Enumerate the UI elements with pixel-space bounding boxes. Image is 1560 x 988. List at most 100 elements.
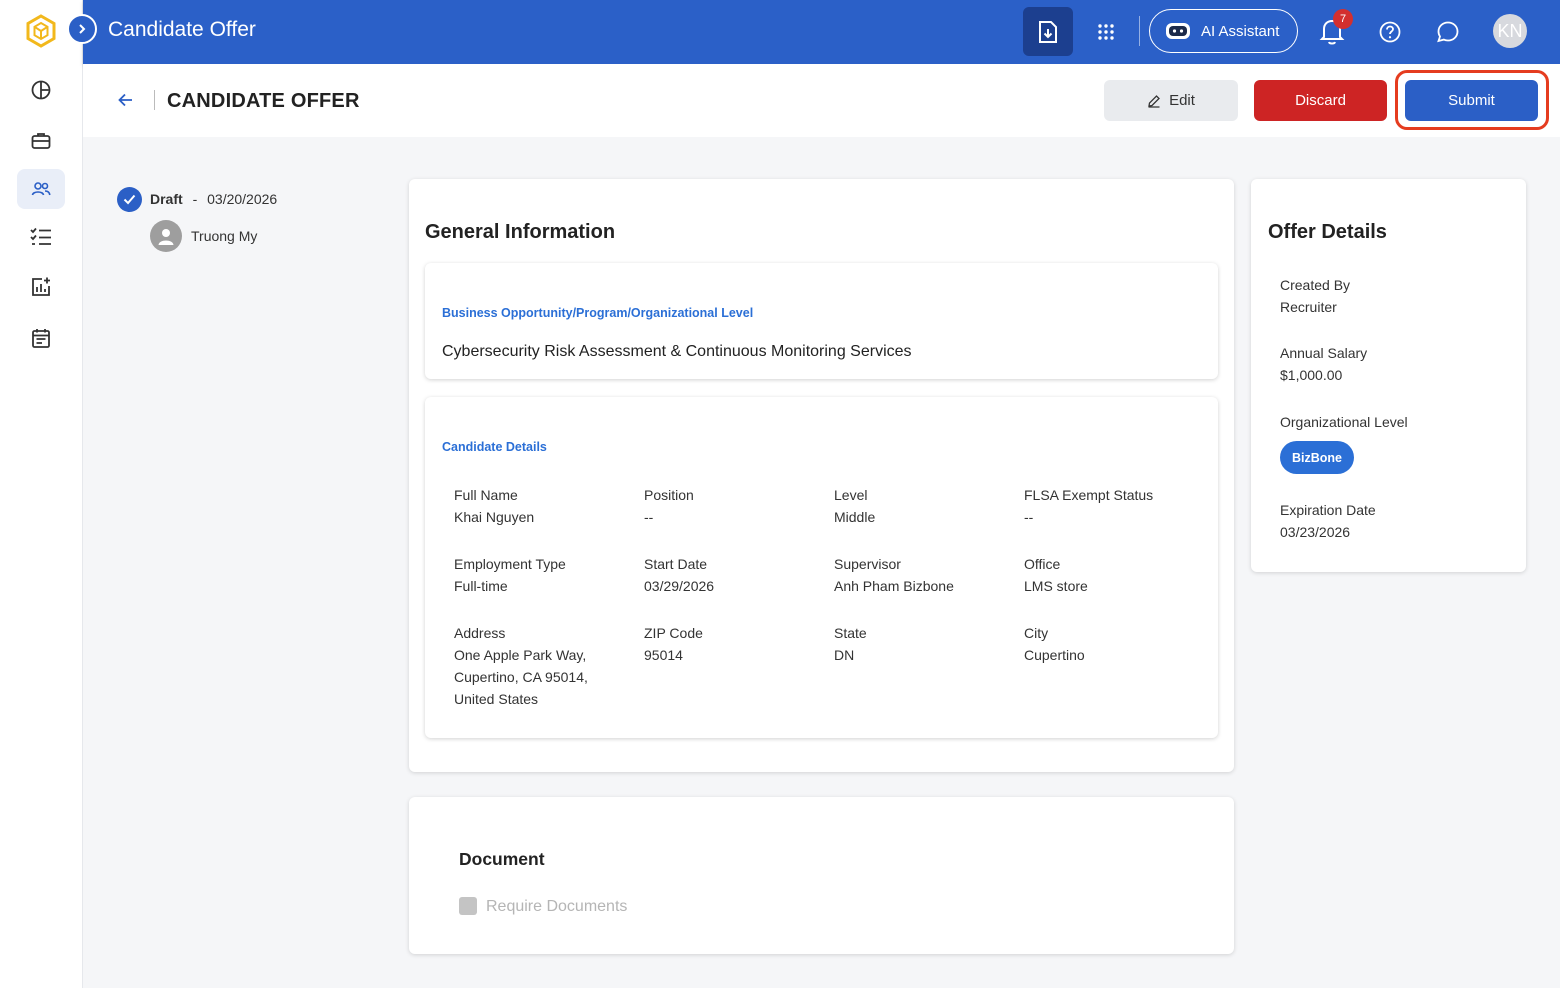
opportunity-card: Business Opportunity/Program/Organizatio… bbox=[425, 263, 1218, 379]
offer-details-card: Offer Details Created By Recruiter Annua… bbox=[1251, 179, 1526, 572]
general-information-title: General Information bbox=[425, 221, 616, 243]
field-label: Annual Salary bbox=[1280, 345, 1368, 361]
ai-assistant-button[interactable]: AI Assistant bbox=[1149, 9, 1298, 53]
field-position: Position -- bbox=[644, 484, 824, 528]
field-full-name: Full Name Khai Nguyen bbox=[454, 484, 634, 528]
field-label: Position bbox=[644, 487, 694, 503]
user-avatar[interactable]: KN bbox=[1493, 14, 1527, 48]
dashboard-icon bbox=[31, 80, 51, 100]
header-divider bbox=[154, 90, 155, 110]
field-value: LMS store bbox=[1024, 578, 1088, 594]
field-label: City bbox=[1024, 625, 1049, 641]
briefcase-icon bbox=[31, 133, 51, 149]
discard-button[interactable]: Discard bbox=[1254, 80, 1387, 121]
field-label: Start Date bbox=[644, 556, 708, 572]
field-value: Cupertino, CA 95014, bbox=[454, 669, 588, 685]
sidebar-item-tasks[interactable] bbox=[17, 217, 65, 257]
field-address: Address One Apple Park Way, Cupertino, C… bbox=[454, 622, 634, 710]
notification-badge: 7 bbox=[1333, 9, 1353, 29]
field-state: State DN bbox=[834, 622, 1014, 666]
field-employment-type: Employment Type Full-time bbox=[454, 553, 634, 597]
field-label: Office bbox=[1024, 556, 1061, 572]
app-title: Candidate Offer bbox=[108, 18, 256, 41]
status-person: Truong My bbox=[150, 220, 257, 252]
person-avatar-icon bbox=[150, 220, 182, 252]
sidebar-item-people[interactable] bbox=[17, 169, 65, 209]
download-file-icon bbox=[1039, 20, 1057, 43]
organizational-level-badge: BizBone bbox=[1280, 441, 1354, 474]
edit-label: Edit bbox=[1169, 92, 1195, 109]
field-value: 95014 bbox=[644, 647, 683, 663]
chat-bubble-icon bbox=[1437, 21, 1459, 43]
field-flsa: FLSA Exempt Status -- bbox=[1024, 484, 1204, 528]
document-card: Document Require Documents bbox=[409, 797, 1234, 954]
opportunity-value: Cybersecurity Risk Assessment & Continuo… bbox=[442, 343, 912, 360]
field-city: City Cupertino bbox=[1024, 622, 1204, 666]
sidebar-item-jobs[interactable] bbox=[17, 121, 65, 161]
field-created-by: Created By Recruiter bbox=[1280, 274, 1350, 318]
field-label: Supervisor bbox=[834, 556, 901, 572]
ai-assistant-label: AI Assistant bbox=[1201, 22, 1280, 40]
check-circle-icon bbox=[117, 187, 142, 212]
field-value: Khai Nguyen bbox=[454, 509, 535, 525]
document-title: Document bbox=[459, 849, 545, 869]
field-zip: ZIP Code 95014 bbox=[644, 622, 824, 666]
field-value: One Apple Park Way, bbox=[454, 647, 587, 663]
field-expiration-date: Expiration Date 03/23/2026 bbox=[1280, 499, 1376, 543]
candidate-details-title: Candidate Details bbox=[442, 440, 547, 454]
pencil-icon bbox=[1148, 94, 1160, 108]
status-label: Draft - 03/20/2026 bbox=[150, 191, 277, 207]
status-separator: - bbox=[192, 191, 198, 207]
field-value: Anh Pham Bizbone bbox=[834, 578, 954, 594]
field-value: $1,000.00 bbox=[1280, 367, 1343, 383]
candidate-details-card: Candidate Details Full Name Khai Nguyen … bbox=[425, 397, 1218, 738]
page-title: CANDIDATE OFFER bbox=[167, 90, 360, 112]
offer-details-title: Offer Details bbox=[1268, 221, 1387, 243]
field-label: Full Name bbox=[454, 487, 518, 503]
status-person-name: Truong My bbox=[191, 228, 258, 244]
field-value: 03/23/2026 bbox=[1280, 524, 1351, 540]
field-value: DN bbox=[834, 647, 855, 663]
field-label: Employment Type bbox=[454, 556, 566, 572]
sidebar-item-reports[interactable] bbox=[17, 267, 65, 307]
opportunity-title: Business Opportunity/Program/Organizatio… bbox=[442, 306, 754, 320]
page-header: CANDIDATE OFFER Edit Discard Submit bbox=[83, 64, 1560, 137]
field-organizational-level: Organizational Level bbox=[1280, 411, 1408, 433]
field-value: Cupertino bbox=[1024, 647, 1085, 663]
field-value: -- bbox=[644, 509, 654, 525]
field-supervisor: Supervisor Anh Pham Bizbone bbox=[834, 553, 1014, 597]
download-button[interactable] bbox=[1023, 7, 1073, 56]
field-value: -- bbox=[1024, 509, 1034, 525]
edit-button[interactable]: Edit bbox=[1104, 80, 1238, 121]
field-office: Office LMS store bbox=[1024, 553, 1204, 597]
apps-grid-icon bbox=[1098, 24, 1114, 40]
field-label: ZIP Code bbox=[644, 625, 703, 641]
app-logo-icon[interactable] bbox=[26, 14, 56, 48]
robot-icon bbox=[1166, 23, 1190, 39]
field-label: Level bbox=[834, 487, 868, 503]
back-button[interactable] bbox=[115, 88, 137, 112]
field-annual-salary: Annual Salary $1,000.00 bbox=[1280, 342, 1367, 386]
chat-button[interactable] bbox=[1434, 18, 1462, 46]
toolbar-divider bbox=[1139, 16, 1140, 46]
sidebar-item-dashboard[interactable] bbox=[17, 70, 65, 110]
require-documents-checkbox[interactable] bbox=[459, 897, 477, 915]
apps-menu-button[interactable] bbox=[1091, 17, 1121, 47]
expand-sidebar-button[interactable] bbox=[67, 14, 97, 44]
field-start-date: Start Date 03/29/2026 bbox=[644, 553, 824, 597]
checklist-icon bbox=[30, 227, 51, 245]
require-documents-label: Require Documents bbox=[486, 898, 628, 915]
calendar-icon bbox=[32, 329, 50, 348]
sidebar bbox=[0, 0, 83, 988]
top-bar: Candidate Offer AI Assistant 7 KN bbox=[83, 0, 1560, 64]
field-label: Address bbox=[454, 625, 506, 641]
general-information-card: General Information Business Opportunity… bbox=[409, 179, 1234, 772]
submit-highlight-outline bbox=[1395, 70, 1549, 130]
arrow-left-icon bbox=[118, 93, 132, 107]
help-button[interactable] bbox=[1376, 18, 1404, 46]
field-label: Organizational Level bbox=[1280, 414, 1408, 430]
sidebar-item-calendar[interactable] bbox=[17, 318, 65, 358]
field-value: Recruiter bbox=[1280, 299, 1337, 315]
field-value: 03/29/2026 bbox=[644, 578, 715, 594]
field-value: Middle bbox=[834, 509, 876, 525]
